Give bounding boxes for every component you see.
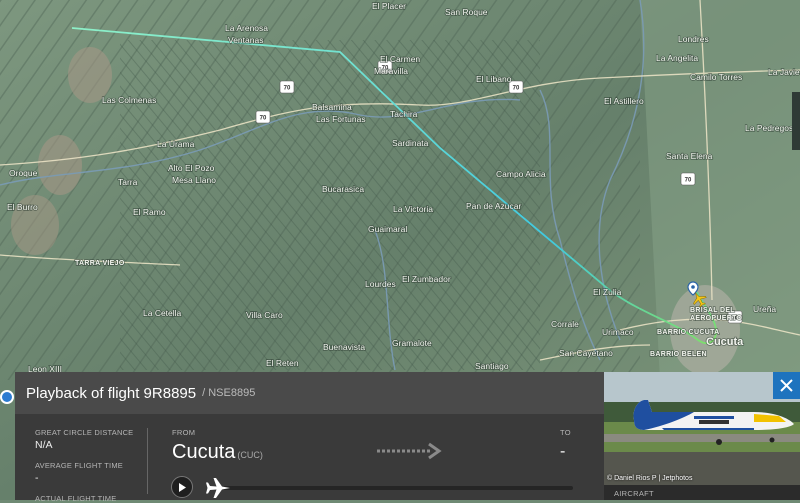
label-urena: Ureña [753,304,776,314]
map-side-widget[interactable] [792,92,800,150]
playback-header: Playback of flight 9R8895 / NSE8895 [15,372,604,414]
origin-city: Cucuta [172,441,236,463]
road-shield-label: 70 [284,86,291,92]
label-el-zulia: El Zulia [593,287,622,297]
close-button[interactable] [773,372,800,399]
flight-stats: GREAT CIRCLE DISTANCE N/A AVERAGE FLIGHT… [35,428,147,503]
label-urimaco: Urimaco [602,327,634,337]
divider [147,428,148,494]
label-tarra: Tarra [118,177,138,187]
from-label: FROM [172,428,196,437]
label-la-victoria: La Victoria [393,204,433,214]
label-cucuta: Cucuta [706,336,744,348]
label-las-fortunas: Las Fortunas [316,114,366,124]
destination-city: - [560,443,566,460]
label-el-carmen: El Carmen [380,54,420,64]
label-barrio-belen: BARRIO BELEN [650,351,707,358]
label-aeropuerto: AEROPUERTO [690,315,743,322]
label-buenavista: Buenavista [323,342,365,352]
stat-value: N/A [35,439,53,451]
label-la-angelita: La Angelita [656,53,698,63]
label-oroque: Oroque [9,168,38,178]
destination-block: TO - [560,428,571,461]
close-icon [780,379,793,392]
label-santiago: Santiago [475,361,509,371]
label-camilo-torres: Camilo Torres [690,72,742,82]
aircraft-section: AIRCRAFT [604,485,800,500]
label-santa-elena: Santa Elena [666,151,713,161]
label-mesa-llano: Mesa Llano [172,175,216,185]
label-el-astillero: El Astillero [604,96,644,106]
label-la-javie: La Javie [768,67,800,77]
label-lourdes: Lourdes [365,279,396,289]
playback-panel: Playback of flight 9R8895 / NSE8895 GREA… [15,372,604,503]
label-guaimaral: Guaimaral [368,224,407,234]
label-el-libano: El Libano [476,74,512,84]
terrain-patch [38,135,82,195]
label-gramalote: Gramalote [392,338,432,348]
road-shield-label: 70 [260,116,267,122]
label-pan-de-azucar: Pan de Azucar [466,201,521,211]
playback-callsign: / NSE8895 [202,387,256,399]
label-san-roque: San Roque [445,7,488,17]
label-tarra-viejo: TARRA VIEJO [75,260,125,267]
label-la-arenosa: La Arenosa [225,23,268,33]
label-san-cayetano: San Cayetano [559,348,613,358]
photo-credit[interactable]: © Daniel Rios P | Jetphotos [607,475,692,482]
playback-slider[interactable] [215,486,573,490]
play-button[interactable] [171,476,193,498]
label-londres: Londres [678,34,709,44]
play-icon [179,482,186,492]
label-barrio-cucuta: BARRIO CUCUTA [657,329,720,336]
label-campo-alicia: Campo Alicia [496,169,546,179]
label-tachira: Tachira [390,109,418,119]
dashed-arrow-icon [377,442,442,460]
label-maravilla: Maravilla [374,66,408,76]
label-alto-el-pozo: Alto El Pozo [168,163,215,173]
aircraft-photo[interactable]: © Daniel Rios P | Jetphotos [604,372,800,485]
label-la-urama: La Urama [157,139,195,149]
label-el-placer: El Placer [372,1,406,11]
label-ventanas: Ventanas [228,35,263,45]
label-la-cetella: La Cetella [143,308,182,318]
label-bucarasica: Bucarasica [322,184,364,194]
label-las-colmenas: Las Colmenas [102,95,156,105]
label-brisal-del: BRISAL DEL [690,307,735,314]
label-sardinata: Sardinata [392,138,429,148]
label-villa-caro: Villa Caro [246,310,283,320]
origin-block: FROM Cucuta (CUC) [172,428,263,464]
playback-title: Playback of flight 9R8895 [26,384,197,402]
aircraft-image [604,372,800,485]
to-label: TO [560,428,571,437]
aircraft-label: AIRCRAFT [614,489,654,498]
road-shield-label: 70 [513,86,520,92]
origin-code: (CUC) [237,450,263,460]
airplane-icon[interactable] [205,476,231,500]
label-corrale: Corrale [551,319,579,329]
label-el-burro: El Burro [7,202,38,212]
label-el-ramo: El Ramo [133,207,166,217]
label-la-pedregosa: La Pedregosa [745,123,798,133]
info-icon[interactable] [0,390,14,404]
label-el-reten: El Reten [266,358,299,368]
stat-value: - [35,472,39,484]
label-balsamina: Balsamina [312,102,352,112]
label-el-zumbador: El Zumbador [402,274,451,284]
stat-label: GREAT CIRCLE DISTANCE [35,428,134,437]
road-shield-label: 70 [685,178,692,184]
stat-label: AVERAGE FLIGHT TIME [35,461,123,470]
stat-label: ACTUAL FLIGHT TIME [35,494,117,503]
